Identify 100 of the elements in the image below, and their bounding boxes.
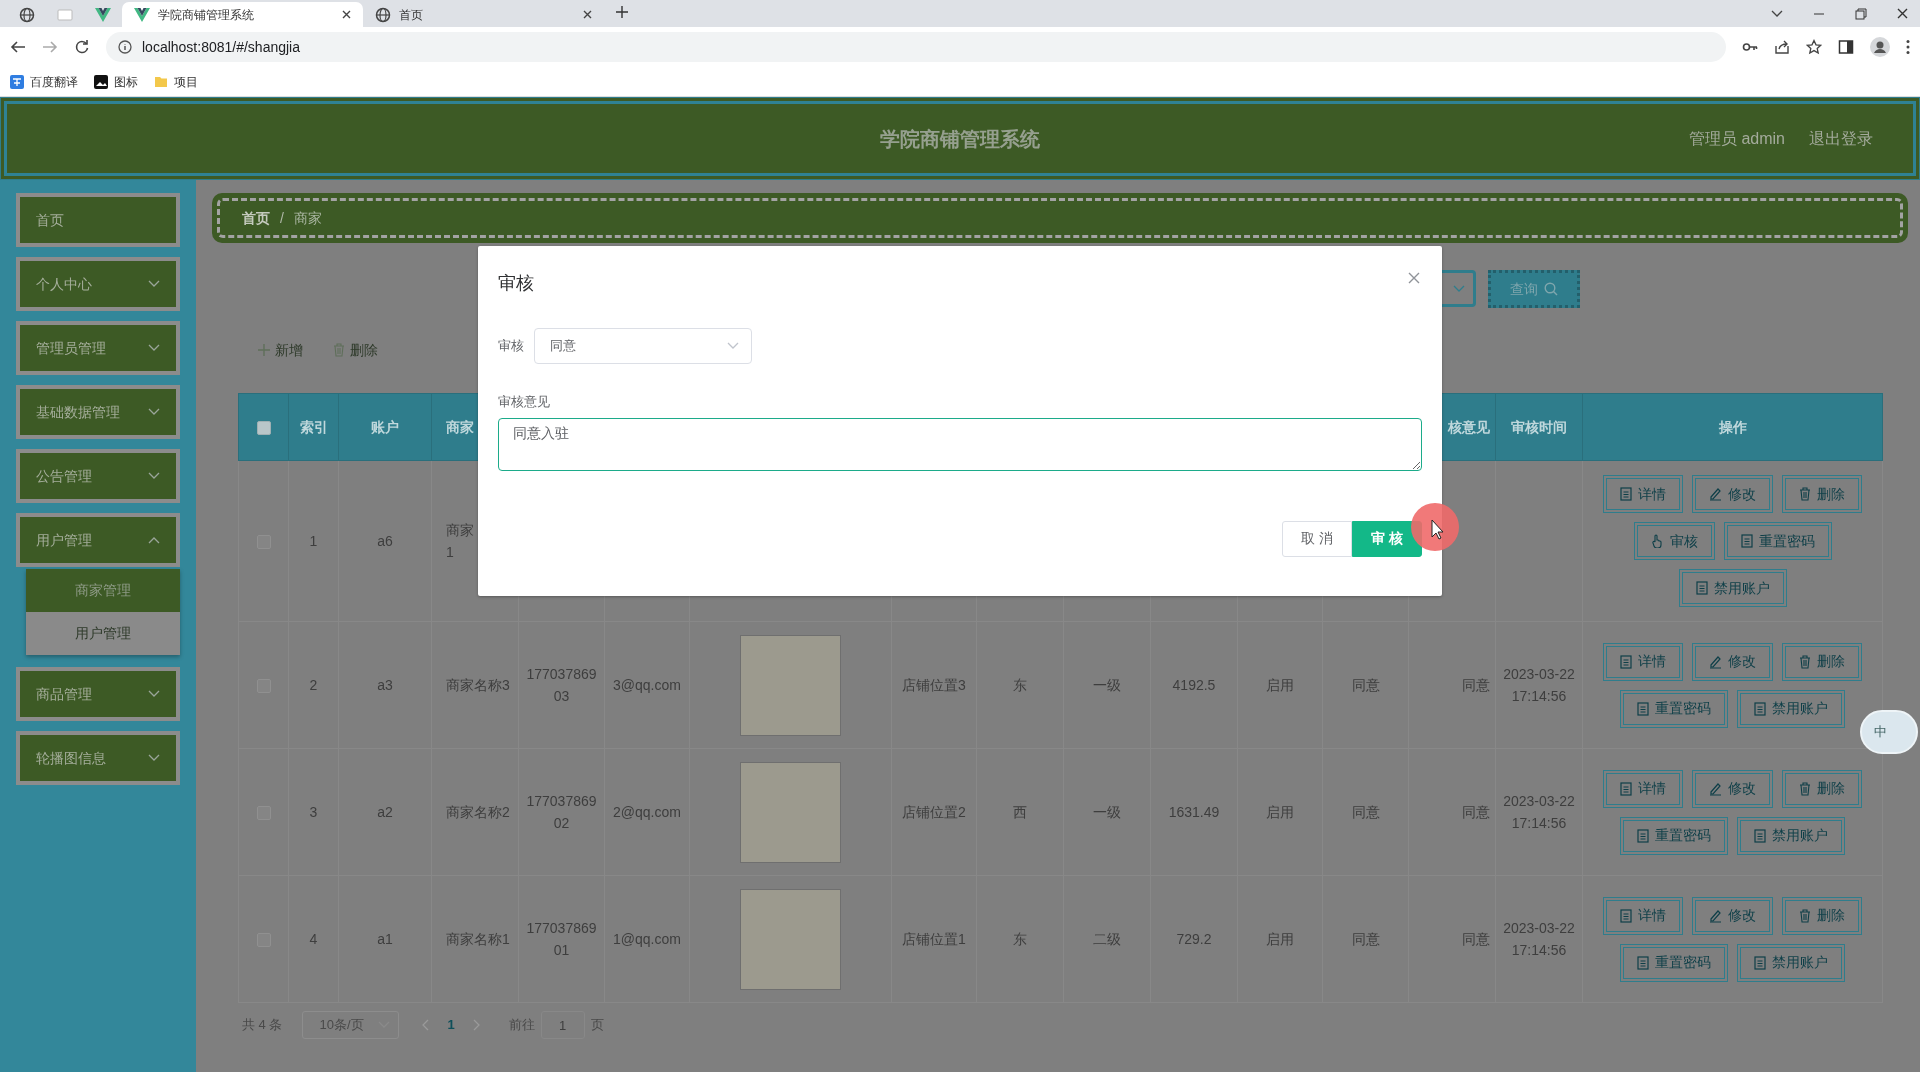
picture-icon (94, 74, 108, 89)
row-action-button[interactable]: 删除 (1782, 769, 1862, 808)
browser-tab[interactable]: 首页 (363, 2, 604, 27)
page-number[interactable]: 1 (447, 1015, 455, 1035)
row-action-button[interactable]: 重置密码 (1620, 816, 1728, 855)
row-action-button[interactable]: 禁用账户 (1678, 569, 1787, 607)
chevron-up-icon (148, 536, 160, 544)
address-bar[interactable]: localhost:8081/#/shangjia (106, 32, 1726, 62)
row-action-button[interactable]: 审核 (1633, 522, 1715, 560)
row-action-button[interactable]: 修改 (1692, 642, 1773, 681)
v-logo-icon (95, 7, 111, 22)
submenu-item[interactable]: 商家管理 (26, 569, 180, 612)
trash-icon (1799, 654, 1811, 669)
sidebar-item[interactable]: 基础数据管理 (16, 385, 180, 439)
column-header: 账户 (371, 418, 399, 435)
row-action-button[interactable]: 禁用账户 (1737, 816, 1845, 855)
row-action-button[interactable]: 删除 (1782, 475, 1862, 513)
opinion-field[interactable]: 同意入驻 (498, 417, 1422, 471)
page-icon (57, 6, 73, 23)
side-panel-icon[interactable] (1838, 39, 1854, 55)
table-cell: 2023-03-22 17:14:56 (1503, 665, 1575, 704)
new-tab-icon (616, 6, 628, 19)
table-cell: 729.2 (1176, 930, 1212, 947)
row-action-button[interactable]: 修改 (1692, 769, 1773, 808)
chevron-down-icon (148, 690, 160, 698)
table-cell: 一级 (1093, 676, 1121, 693)
sidebar-item[interactable]: 用户管理 (16, 513, 180, 567)
share-icon[interactable] (1774, 39, 1790, 55)
browser-tab[interactable]: 学院商铺管理系统 (122, 2, 363, 27)
logout-link[interactable]: 退出登录 (1809, 126, 1873, 151)
row-action-button[interactable]: 禁用账户 (1737, 943, 1845, 982)
table-cell: 1@qq.com (613, 930, 681, 947)
document-icon (1754, 701, 1766, 716)
trash-icon (1799, 908, 1811, 923)
row-action-button[interactable]: 删除 (1782, 896, 1862, 935)
document-icon (1695, 581, 1708, 595)
cancel-button[interactable]: 取 消 (1282, 520, 1353, 557)
confirm-button[interactable]: 审 核 (1352, 520, 1422, 557)
table-cell: 东 (1013, 930, 1027, 947)
search-button[interactable]: 查询 (1488, 270, 1580, 308)
breadcrumb-item[interactable]: 首页 (242, 207, 270, 229)
input-method-indicator[interactable]: 中 (1860, 710, 1918, 754)
row-action-button[interactable]: 修改 (1692, 896, 1773, 935)
column-header: 审核时间 (1511, 418, 1567, 435)
sidebar-item[interactable]: 轮播图信息 (16, 731, 180, 785)
delete-button[interactable]: 删除 (333, 339, 378, 361)
table-cell: 同意 (1462, 676, 1490, 693)
close-window-icon (1897, 8, 1908, 19)
row-action-button[interactable]: 详情 (1603, 475, 1683, 513)
close-icon (1408, 272, 1420, 284)
breadcrumb-item: 商家 (293, 208, 322, 228)
bookmark[interactable]: 百度翻译 (10, 72, 78, 91)
add-button[interactable]: 新增 (258, 339, 303, 361)
audit-select[interactable]: 同意 (534, 328, 752, 364)
table-cell: a2 (377, 803, 393, 820)
table-cell: 17703786901 (526, 919, 597, 958)
field-label: 审核意见 (498, 393, 551, 411)
row-action-button[interactable]: 删除 (1782, 642, 1862, 681)
sidebar-item[interactable]: 管理员管理 (16, 321, 180, 375)
row-action-button[interactable]: 详情 (1603, 769, 1683, 808)
table-cell: 2023-03-22 17:14:56 (1503, 919, 1575, 958)
row-action-button[interactable]: 修改 (1692, 475, 1773, 513)
back-arrow-icon[interactable] (10, 39, 26, 55)
column-header: 商家 (446, 418, 474, 435)
page-input[interactable]: 1 (540, 1011, 585, 1039)
reload-icon[interactable] (74, 39, 90, 55)
row-action-button[interactable]: 详情 (1603, 896, 1683, 935)
field-label: 审核 (498, 337, 524, 356)
sidebar-item[interactable]: 公告管理 (16, 449, 180, 503)
table-cell: 店铺位置1 (902, 930, 966, 947)
table-cell: 店铺位置2 (902, 803, 966, 820)
table-cell: a1 (377, 930, 393, 947)
bookmark[interactable]: 项目 (154, 72, 198, 91)
row-action-button[interactable]: 详情 (1603, 642, 1683, 681)
sidebar-item[interactable]: 首页 (16, 193, 180, 247)
row-action-button[interactable]: 重置密码 (1620, 943, 1728, 982)
table-cell: 3 (309, 803, 318, 820)
document-icon (1740, 534, 1753, 548)
table-cell: 店铺位置3 (902, 676, 966, 693)
profile-icon[interactable] (1870, 37, 1890, 57)
sidebar-item[interactable]: 商品管理 (16, 667, 180, 721)
table-cell: 4192.5 (1172, 676, 1216, 693)
chevron-down-icon (148, 754, 160, 762)
folder-icon (154, 75, 168, 88)
submenu-item[interactable]: 用户管理 (26, 612, 180, 655)
table-cell: 启用 (1266, 930, 1294, 947)
tab-search-icon (1771, 9, 1783, 18)
select-all-checkbox[interactable] (256, 420, 271, 435)
close-tab-icon (583, 10, 592, 19)
bookmark[interactable]: 图标 (94, 72, 138, 91)
star-icon[interactable] (1806, 39, 1822, 55)
restore-icon[interactable] (1855, 7, 1867, 20)
row-action-button[interactable]: 禁用账户 (1737, 689, 1845, 728)
row-action-button[interactable]: 重置密码 (1620, 689, 1728, 728)
more-options-icon[interactable] (1906, 39, 1910, 55)
document-icon (1620, 654, 1632, 669)
sidebar-item[interactable]: 个人中心 (16, 257, 180, 311)
row-action-button[interactable]: 重置密码 (1723, 522, 1832, 560)
globe-icon (375, 6, 391, 23)
plus-icon (258, 344, 270, 356)
